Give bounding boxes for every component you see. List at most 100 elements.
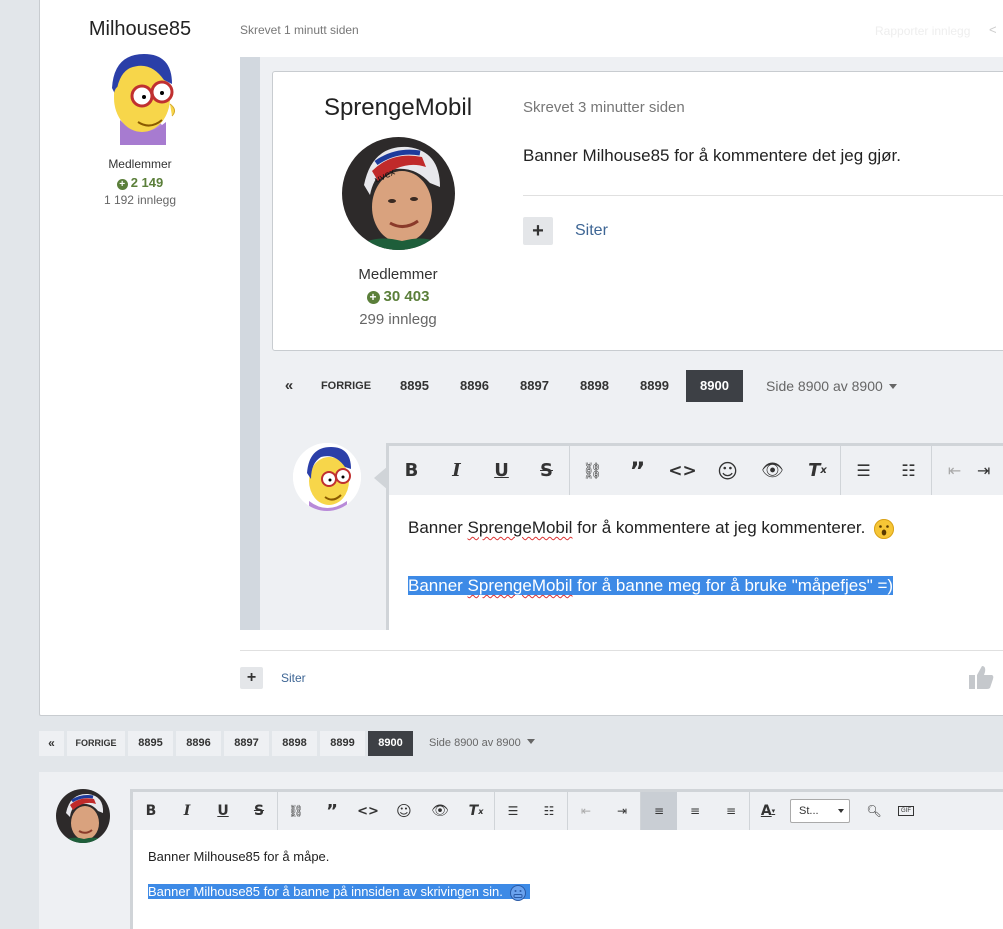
style-select[interactable]: St...	[786, 792, 860, 830]
spoiler-icon[interactable]: 👁	[750, 446, 795, 495]
misspelled-word[interactable]: SprengeMobil	[468, 576, 573, 595]
reputation-plus-icon: +	[366, 291, 380, 304]
milhouse-small-avatar[interactable]	[293, 443, 361, 511]
preview-icon[interactable]: 🔍︎	[860, 792, 888, 830]
clear-format-icon[interactable]: Tx	[795, 446, 840, 495]
selected-text[interactable]: Banner Milhouse85 for å banne på innside…	[148, 884, 531, 901]
author-post-count: 1 192 innlegg	[103, 193, 177, 207]
text-fragment: for å banne meg for å bruke "måpefjes" =…	[572, 576, 894, 595]
align-left-icon[interactable]: ≡	[641, 792, 677, 830]
selected-text[interactable]: Banner SprengeMobil for å banne meg for …	[408, 576, 894, 595]
page-link[interactable]: 8896	[176, 731, 221, 756]
chevron-down-icon	[526, 739, 535, 744]
report-post-link[interactable]: Rapporter innlegg	[875, 24, 970, 38]
numbered-list-icon[interactable]: ☷	[886, 446, 931, 495]
quote-icon[interactable]: ”	[615, 446, 660, 495]
first-page-icon[interactable]: «	[272, 370, 306, 402]
code-icon[interactable]: <>	[350, 792, 386, 830]
strikethrough-icon[interactable]: S	[524, 446, 569, 495]
link-icon[interactable]: ⛓	[278, 792, 314, 830]
quote-button[interactable]: Siter	[575, 222, 608, 240]
style-select-value: St...	[799, 805, 819, 817]
quoted-author-name[interactable]: SprengeMobil	[298, 94, 498, 122]
post-divider	[240, 650, 1003, 651]
strikethrough-icon[interactable]: S	[241, 792, 277, 830]
chevron-down-icon	[888, 384, 897, 389]
pagination-inner: « FORRIGE 8895 8896 8897 8898 8899 8900 …	[272, 370, 897, 402]
page-link-active[interactable]: 8900	[686, 370, 743, 402]
underline-icon[interactable]: U	[205, 792, 241, 830]
page-indicator[interactable]: Side 8900 av 8900	[416, 731, 535, 756]
reputation-value: 2 149	[130, 175, 164, 190]
page-link[interactable]: 8897	[224, 731, 269, 756]
quoted-divider	[523, 195, 1003, 196]
page-link[interactable]: 8896	[446, 370, 503, 402]
bold-icon[interactable]: B	[133, 792, 169, 830]
first-page-icon[interactable]: «	[39, 731, 64, 756]
inner-editor-toolbar: B I U S ⛓ ” <> ☺ 👁 Tx ☰ ☷ ⇤ ⇥	[389, 446, 1003, 495]
page-indicator[interactable]: Side 8900 av 8900	[746, 370, 897, 402]
page-link[interactable]: 8898	[272, 731, 317, 756]
prev-page-button[interactable]: FORRIGE	[67, 731, 125, 756]
code-icon[interactable]: <>	[660, 446, 705, 495]
indent-icon[interactable]: ⇥	[977, 446, 997, 495]
gif-icon[interactable]: GIF	[888, 792, 924, 830]
page-indicator-label: Side 8900 av 8900	[766, 378, 883, 394]
page-link[interactable]: 8899	[320, 731, 365, 756]
page-link[interactable]: 8898	[566, 370, 623, 402]
outdent-icon[interactable]: ⇤	[568, 792, 604, 830]
inner-editor-line-2: Banner SprengeMobil for å banne meg for …	[408, 573, 894, 599]
astonished-emoji-icon	[874, 518, 895, 539]
text-fragment: Banner Milhouse85 for å banne på innside…	[148, 884, 503, 899]
like-thumb-icon[interactable]	[968, 664, 994, 696]
align-center-icon[interactable]: ≡	[677, 792, 713, 830]
post-timestamp[interactable]: Skrevet 1 minutt siden	[240, 23, 359, 37]
reply-editor-line-2: Banner Milhouse85 for å banne på innside…	[148, 881, 531, 903]
page-link-active[interactable]: 8900	[368, 731, 413, 756]
italic-icon[interactable]: I	[169, 792, 205, 830]
page-indicator-label: Side 8900 av 8900	[429, 737, 521, 749]
text-fragment: Banner	[408, 518, 468, 537]
emoji-icon[interactable]: ☺	[705, 446, 750, 495]
share-icon[interactable]: <	[989, 22, 997, 37]
quoted-content: Banner Milhouse85 for å kommentere det j…	[523, 146, 901, 165]
quote-bar	[240, 57, 260, 630]
quote-button[interactable]: Siter	[281, 671, 306, 685]
reply-editor-line-1: Banner Milhouse85 for å måpe.	[148, 849, 330, 864]
pagination-outer: « FORRIGE 8895 8896 8897 8898 8899 8900 …	[39, 731, 535, 756]
quote-icon[interactable]: ”	[314, 792, 350, 830]
prev-page-button[interactable]: FORRIGE	[309, 370, 383, 402]
reputation-plus-icon: +	[116, 179, 128, 190]
outdent-icon[interactable]: ⇤	[932, 446, 977, 495]
numbered-list-icon[interactable]: ☷	[531, 792, 567, 830]
chevron-down-icon	[838, 809, 844, 813]
style-select-box[interactable]: St...	[790, 799, 850, 823]
sprengemobil-avatar[interactable]: uvex	[342, 137, 455, 250]
bullet-list-icon[interactable]: ☰	[841, 446, 886, 495]
bullet-list-icon[interactable]: ☰	[495, 792, 531, 830]
font-color-icon[interactable]: A ▾	[750, 792, 786, 830]
page-link[interactable]: 8895	[386, 370, 443, 402]
align-right-icon[interactable]: ≡	[713, 792, 749, 830]
link-icon[interactable]: ⛓	[570, 446, 615, 495]
misspelled-word[interactable]: SprengeMobil	[468, 518, 573, 537]
page-link[interactable]: 8899	[626, 370, 683, 402]
author-group: Medlemmer	[108, 157, 172, 171]
page-link[interactable]: 8897	[506, 370, 563, 402]
page-link[interactable]: 8895	[128, 731, 173, 756]
clear-format-icon[interactable]: Tx	[458, 792, 494, 830]
multiquote-button[interactable]: +	[523, 217, 553, 245]
post-author-name[interactable]: Milhouse85	[40, 18, 240, 41]
emoji-icon[interactable]: ☺	[386, 792, 422, 830]
multiquote-button[interactable]: +	[240, 667, 263, 689]
milhouse-avatar[interactable]	[100, 50, 180, 145]
indent-icon[interactable]: ⇥	[604, 792, 640, 830]
bold-icon[interactable]: B	[389, 446, 434, 495]
current-user-avatar[interactable]	[56, 789, 110, 843]
quoted-timestamp[interactable]: Skrevet 3 minutter siden	[523, 99, 685, 116]
underline-icon[interactable]: U	[479, 446, 524, 495]
quoted-author-reputation: +30 403	[298, 288, 498, 305]
quoted-reputation-value: 30 403	[383, 288, 430, 305]
italic-icon[interactable]: I	[434, 446, 479, 495]
spoiler-icon[interactable]: 👁	[422, 792, 458, 830]
